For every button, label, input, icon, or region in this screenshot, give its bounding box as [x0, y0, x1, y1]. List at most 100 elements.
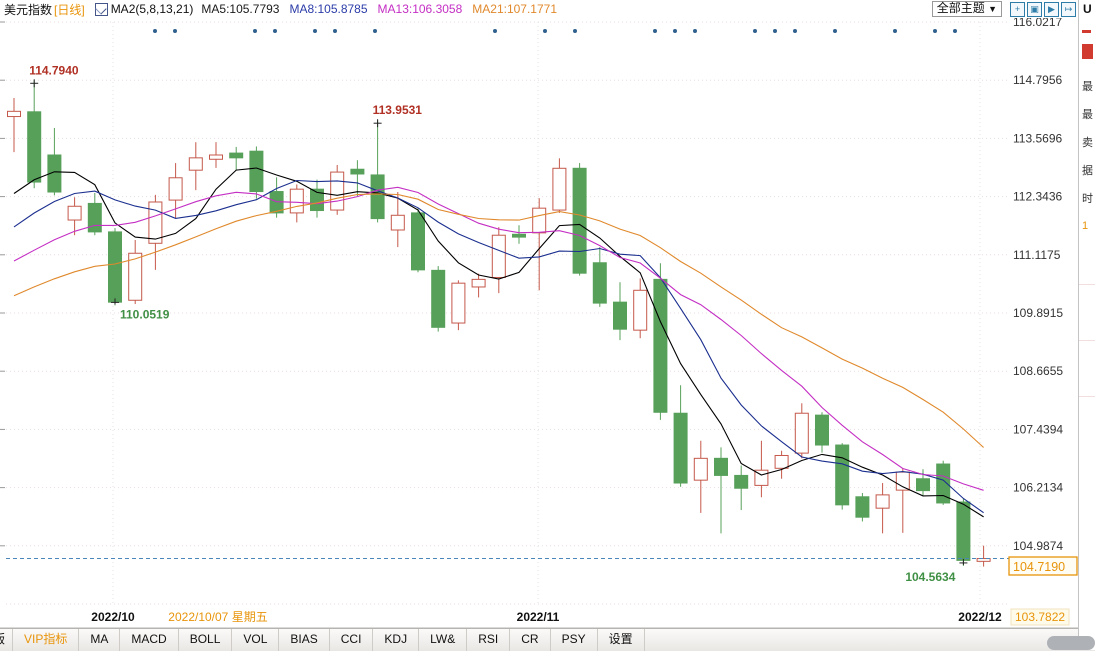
- shift-right-button[interactable]: ↦: [1061, 2, 1076, 17]
- candle: [331, 165, 344, 215]
- indicator-tab-bias[interactable]: BIAS: [279, 629, 329, 651]
- candle-body: [351, 169, 364, 174]
- candle: [189, 142, 202, 190]
- event-dot: [953, 29, 957, 33]
- candle-body: [189, 158, 202, 170]
- candle-body: [169, 178, 182, 200]
- candle-body: [674, 413, 687, 483]
- y-axis-label: 109.8915: [1013, 306, 1063, 320]
- candle: [28, 80, 41, 188]
- price-annotation: 110.0519: [120, 307, 170, 321]
- y-axis-label: 106.2134: [1013, 481, 1063, 495]
- chart-controls: +▣▶↦: [1010, 1, 1078, 17]
- ma-legend-item: MA5:105.7793: [201, 2, 279, 16]
- ma-legend-item: MA13:106.3058: [378, 2, 463, 16]
- candle: [755, 441, 768, 497]
- candle: [836, 443, 849, 509]
- app-window: 116.0217114.7956113.5696112.3436111.1175…: [0, 0, 1095, 650]
- play-forward-button[interactable]: ▶: [1044, 2, 1059, 17]
- event-dot: [653, 29, 657, 33]
- indicator-tab-ma[interactable]: MA: [79, 629, 120, 651]
- quote-red-block: [1082, 44, 1093, 59]
- candlestick-chart: 116.0217114.7956113.5696112.3436111.1175…: [0, 0, 1095, 650]
- candle: [250, 146, 263, 198]
- candle-body: [230, 153, 243, 158]
- candle: [816, 412, 829, 452]
- candle-body: [513, 234, 526, 237]
- indicator-tab-rsi[interactable]: RSI: [467, 629, 510, 651]
- theme-dropdown[interactable]: 全部主题 ▼: [932, 1, 1002, 17]
- theme-dropdown-label: 全部主题: [937, 1, 985, 15]
- quote-panel-clipped: U 最最卖据时1: [1078, 0, 1095, 650]
- indicator-tab-lw[interactable]: LW&: [419, 629, 467, 651]
- candle: [492, 227, 505, 293]
- candle-body: [856, 497, 869, 517]
- indicator-tab-clipped[interactable]: 版: [0, 629, 13, 651]
- candle-body: [109, 232, 122, 302]
- indicator-tab-macd[interactable]: MACD: [120, 629, 178, 651]
- extreme-marker: [374, 119, 382, 127]
- candle: [8, 98, 21, 152]
- candle: [735, 465, 748, 510]
- candle: [856, 493, 869, 521]
- indicator-tab-cn13[interactable]: 设置: [598, 629, 645, 651]
- formula-icon[interactable]: [95, 3, 108, 16]
- candle: [149, 195, 162, 270]
- quote-row-label: 据: [1082, 162, 1093, 178]
- quote-row-label: 时: [1082, 190, 1093, 206]
- quote-row-label: 最: [1082, 106, 1093, 122]
- candle-body: [28, 112, 41, 182]
- chevron-down-icon: ▼: [988, 4, 997, 14]
- indicator-tab-cci[interactable]: CCI: [330, 629, 374, 651]
- scrollbar-thumb[interactable]: [1047, 636, 1095, 650]
- candle: [472, 274, 485, 298]
- x-axis-label: 2022/10: [91, 610, 135, 624]
- zoom-extent-button[interactable]: ▣: [1027, 2, 1042, 17]
- candle-body: [290, 189, 303, 213]
- indicator-tab-kdj[interactable]: KDJ: [373, 629, 419, 651]
- period-label: [日线]: [54, 1, 85, 18]
- candle: [674, 385, 687, 487]
- y-axis-label: 114.7956: [1013, 73, 1062, 87]
- y-axis-label: 107.4394: [1013, 422, 1063, 436]
- candle-body: [533, 208, 546, 233]
- event-dot: [893, 29, 897, 33]
- event-dot: [253, 29, 257, 33]
- y-axis-label: 112.3436: [1013, 190, 1062, 204]
- candle: [109, 228, 122, 305]
- panel-separator: [1079, 340, 1095, 341]
- candle-body: [795, 413, 808, 453]
- candle-body: [957, 502, 970, 560]
- y-axis-label: 113.5696: [1013, 131, 1062, 145]
- candle-body: [836, 445, 849, 505]
- indicator-tab-boll[interactable]: BOLL: [179, 629, 233, 651]
- candle: [88, 193, 101, 235]
- event-dot: [573, 29, 577, 33]
- indicator-tab-vol[interactable]: VOL: [232, 629, 279, 651]
- event-dot: [173, 29, 177, 33]
- event-dot: [793, 29, 797, 33]
- event-dot: [933, 29, 937, 33]
- candle: [614, 282, 627, 340]
- pan-crosshair-button[interactable]: +: [1010, 2, 1025, 17]
- indicator-tab-vip[interactable]: VIP指标: [13, 629, 79, 651]
- quote-row-label: 最: [1082, 78, 1093, 94]
- event-dot: [313, 29, 317, 33]
- candle: [593, 247, 606, 307]
- candle-body: [896, 472, 909, 490]
- candle-body: [735, 475, 748, 488]
- candle: [371, 120, 384, 222]
- candle-body: [573, 168, 586, 273]
- candle: [937, 461, 950, 505]
- x-axis-label: 2022/10/07 星期五: [168, 610, 267, 624]
- candle: [876, 483, 889, 533]
- indicator-tab-psy[interactable]: PSY: [551, 629, 598, 651]
- quote-row-label: 卖: [1082, 134, 1093, 150]
- candle: [634, 278, 647, 338]
- candle: [654, 263, 667, 420]
- candle: [452, 280, 465, 330]
- candle: [129, 240, 142, 304]
- y-axis-label: 111.1175: [1013, 248, 1061, 262]
- candle-body: [715, 458, 728, 475]
- indicator-tab-cr[interactable]: CR: [510, 629, 550, 651]
